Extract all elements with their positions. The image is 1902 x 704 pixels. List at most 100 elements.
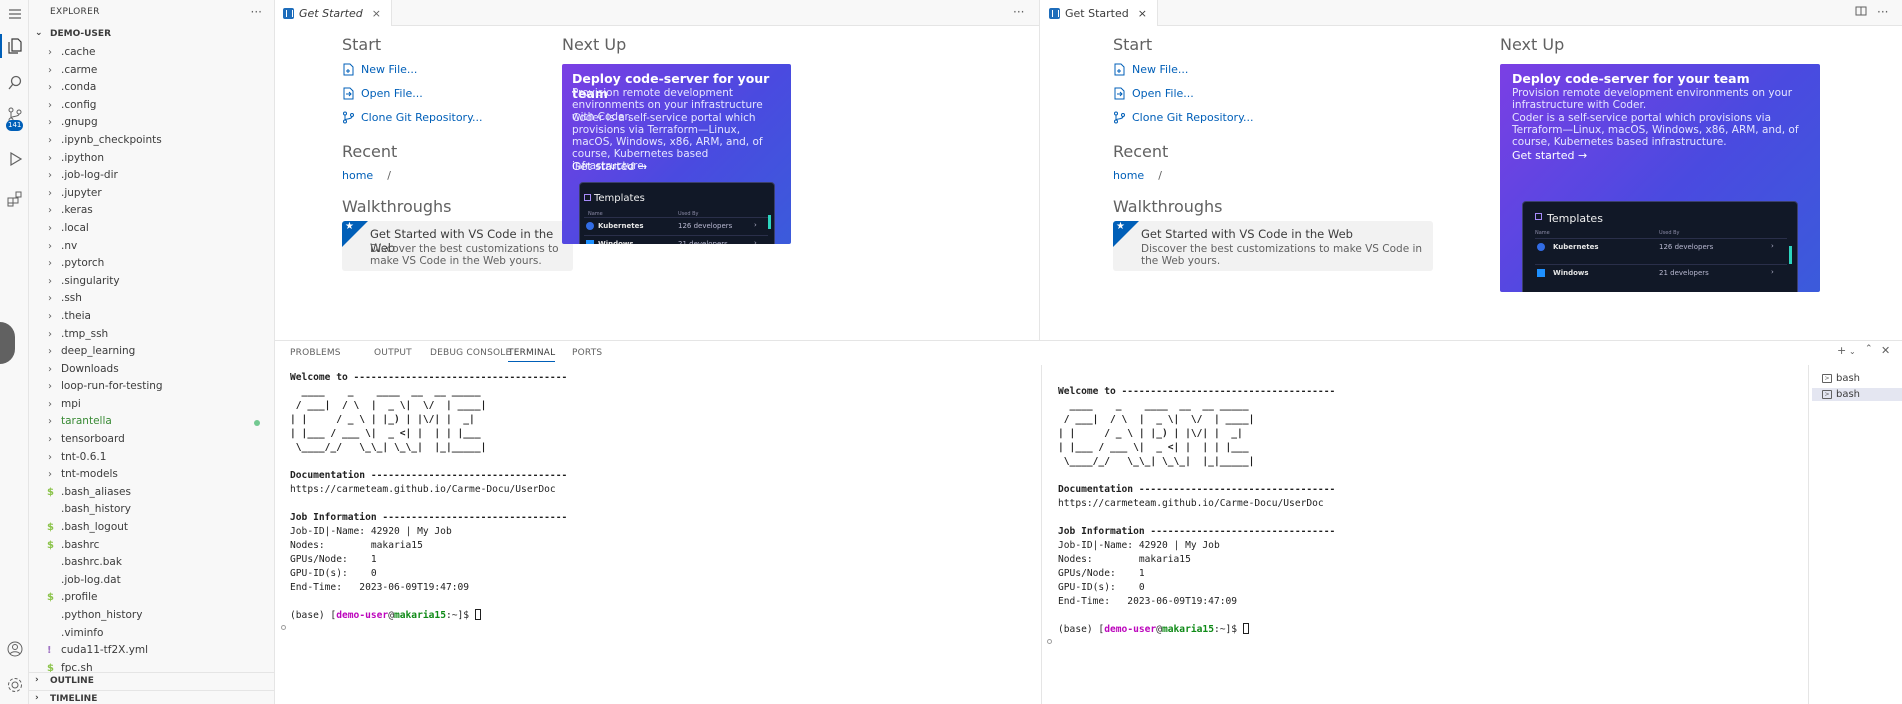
tree-folder[interactable]: › mpi	[29, 396, 275, 414]
templates-preview: Templates Name Used By Kubernetes 126 de…	[1522, 201, 1798, 292]
tree-file[interactable]: .bash_history	[29, 501, 275, 519]
tab-terminal[interactable]: TERMINAL	[508, 348, 556, 362]
terminal-tab-bash-2[interactable]: > bash	[1812, 388, 1902, 401]
account-icon[interactable]	[6, 640, 24, 658]
tree-folder[interactable]: › .tmp_ssh	[29, 326, 275, 344]
menu-icon[interactable]	[6, 5, 24, 23]
terminal-left[interactable]: Welcome to -----------------------------…	[290, 371, 567, 704]
tree-folder[interactable]: › tarantella	[29, 413, 275, 431]
promo-get-started-link[interactable]: Get started →	[572, 160, 647, 173]
clone-repo-link[interactable]: Clone Git Repository...	[1113, 111, 1254, 124]
new-file-link[interactable]: New File...	[342, 63, 417, 76]
tab-output[interactable]: OUTPUT	[374, 348, 412, 358]
tree-folder[interactable]: › .carme	[29, 62, 275, 80]
gear-icon[interactable]	[6, 676, 24, 694]
vscode-icon	[283, 7, 294, 19]
coder-promo-card[interactable]: Deploy code-server for your team Provisi…	[562, 64, 791, 244]
tree-file[interactable]: .python_history	[29, 607, 275, 625]
timeline-section[interactable]: › TIMELINE	[29, 691, 275, 704]
open-file-label: Open File...	[361, 87, 423, 100]
tree-folder[interactable]: › Downloads	[29, 361, 275, 379]
chevron-down-icon[interactable]: ⌄	[1849, 347, 1856, 356]
tree-folder[interactable]: › .keras	[29, 202, 275, 220]
tree-file[interactable]: $ .bash_logout	[29, 519, 275, 537]
tab-get-started[interactable]: Get Started ×	[275, 0, 392, 26]
recent-item[interactable]: home /	[1113, 169, 1162, 182]
ascii-art-line: | | / _ \ | |_) | |\/| | _|	[1058, 428, 1255, 439]
tree-folder[interactable]: › .job-log-dir	[29, 167, 275, 185]
tree-file[interactable]: .viminfo	[29, 625, 275, 643]
tree-file[interactable]: .bashrc.bak	[29, 554, 275, 572]
close-panel-icon[interactable]: ✕	[1881, 344, 1890, 357]
coder-promo-card[interactable]: Deploy code-server for your team Provisi…	[1500, 64, 1820, 292]
tab-ports[interactable]: PORTS	[572, 348, 602, 358]
promo-get-started-link[interactable]: Get started →	[1512, 149, 1587, 162]
recent-item[interactable]: home /	[342, 169, 391, 182]
outline-label: OUTLINE	[50, 676, 94, 686]
vscode-window: 141 EXPLORER ··· ⌄ DEMO-USER › .cache › .ca…	[0, 0, 1902, 704]
tab-problems[interactable]: PROBLEMS	[290, 348, 341, 358]
tree-folder[interactable]: › tnt-0.6.1	[29, 449, 275, 467]
ascii-art-line: / ___| / \ | _ \| \/ | ____|	[290, 400, 487, 411]
chevron-right-icon: ›	[35, 693, 39, 703]
search-icon[interactable]	[6, 74, 24, 92]
walkthrough-card[interactable]: ★ Get Started with VS Code in the Web Di…	[1113, 221, 1433, 271]
tree-folder[interactable]: › .cache	[29, 44, 275, 62]
new-file-link[interactable]: New File...	[1113, 63, 1188, 76]
editor-more-button[interactable]: ···	[1877, 5, 1888, 19]
chevron-right-icon: ›	[48, 381, 52, 393]
ascii-art-line: \____/_/ \_\_| \_\_| |_|_____|	[290, 442, 487, 453]
tree-file[interactable]: .job-log.dat	[29, 572, 275, 590]
tree-file[interactable]: $ .bashrc	[29, 537, 275, 555]
tree-folder[interactable]: › .conda	[29, 79, 275, 97]
files-icon[interactable]	[6, 37, 24, 55]
editor-more-button[interactable]: ···	[1013, 5, 1024, 19]
tab-debug-console[interactable]: DEBUG CONSOLE	[430, 348, 511, 358]
tree-folder[interactable]: › deep_learning	[29, 343, 275, 361]
tree-file[interactable]: $ fpc.sh	[29, 660, 275, 672]
run-debug-icon[interactable]	[6, 150, 24, 168]
open-file-link[interactable]: Open File...	[1113, 87, 1194, 100]
tree-folder[interactable]: › .ipython	[29, 150, 275, 168]
tree-folder[interactable]: › tensorboard	[29, 431, 275, 449]
new-terminal-icon[interactable]: +	[1837, 344, 1846, 357]
tree-folder[interactable]: › .config	[29, 97, 275, 115]
tree-folder[interactable]: › .local	[29, 220, 275, 238]
close-icon[interactable]: ×	[1138, 7, 1147, 20]
tree-folder[interactable]: › .nv	[29, 238, 275, 256]
walkthroughs-heading: Walkthroughs	[1113, 197, 1223, 216]
terminal-right[interactable]: Welcome to -----------------------------…	[1058, 385, 1335, 704]
templates-title: Templates	[1547, 212, 1603, 225]
tree-file[interactable]: $ .bash_aliases	[29, 484, 275, 502]
recent-heading: Recent	[1113, 142, 1169, 161]
tree-folder[interactable]: › loop-run-for-testing	[29, 378, 275, 396]
split-editor-icon[interactable]	[1855, 5, 1867, 20]
tree-folder[interactable]: › .jupyter	[29, 185, 275, 203]
close-icon[interactable]: ×	[372, 7, 381, 20]
terminal-split-divider[interactable]	[1041, 365, 1042, 704]
clone-repo-link[interactable]: Clone Git Repository...	[342, 111, 483, 124]
tree-folder[interactable]: › tnt-models	[29, 466, 275, 484]
tree-folder[interactable]: › .singularity	[29, 273, 275, 291]
terminal-tab-bash-1[interactable]: > bash	[1812, 372, 1902, 385]
explorer-more-button[interactable]: ···	[251, 5, 262, 19]
extensions-icon[interactable]	[6, 190, 24, 208]
folder-header[interactable]: ⌄ DEMO-USER	[29, 26, 275, 44]
chevron-down-icon: ⌄	[35, 28, 43, 38]
tree-folder[interactable]: › .gnupg	[29, 114, 275, 132]
tree-file[interactable]: $ .profile	[29, 589, 275, 607]
chevron-right-icon: ›	[35, 675, 39, 685]
panel-toggle-handle[interactable]	[0, 322, 15, 364]
tab-get-started[interactable]: Get Started ×	[1041, 0, 1158, 26]
tree-folder[interactable]: › .pytorch	[29, 255, 275, 273]
outline-section[interactable]: › OUTLINE	[29, 673, 275, 691]
promo-title: Deploy code-server for your team	[1512, 71, 1750, 86]
tree-file[interactable]: ! cuda11-tf2X.yml	[29, 642, 275, 660]
terminal-list-divider[interactable]	[1808, 365, 1809, 704]
tree-folder[interactable]: › .ipynb_checkpoints	[29, 132, 275, 150]
tree-folder[interactable]: › .theia	[29, 308, 275, 326]
open-file-link[interactable]: Open File...	[342, 87, 423, 100]
tree-folder[interactable]: › .ssh	[29, 290, 275, 308]
walkthrough-card[interactable]: ★ Get Started with VS Code in the Web Di…	[342, 221, 573, 271]
maximize-panel-icon[interactable]: ⌃	[1865, 344, 1873, 354]
